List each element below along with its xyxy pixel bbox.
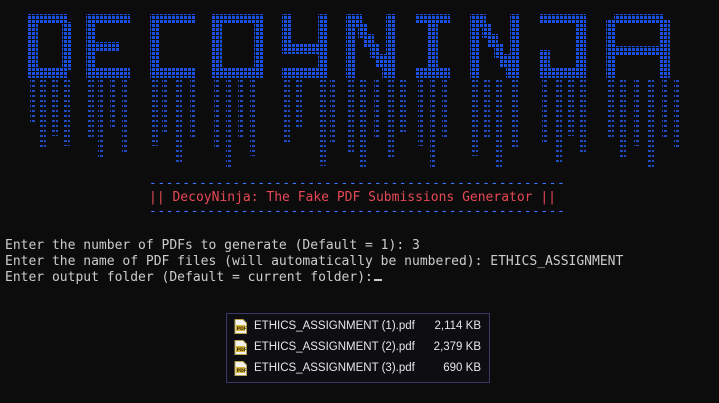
svg-text:PDF: PDF	[237, 326, 247, 332]
file-size: 690 KB	[443, 362, 481, 374]
pdf-file-icon: PDF	[234, 318, 247, 334]
pdf-file-icon: PDF	[234, 360, 247, 376]
prompt-output-folder[interactable]: Enter output folder (Default = current f…	[5, 270, 382, 286]
logo-letters	[28, 14, 670, 78]
file-name: ETHICS_ASSIGNMENT (3).pdf	[254, 362, 415, 374]
file-name: ETHICS_ASSIGNMENT (2).pdf	[254, 341, 415, 353]
decoyninja-ascii-logo	[28, 14, 680, 170]
file-name: ETHICS_ASSIGNMENT (1).pdf	[254, 320, 415, 332]
logo-rain-drips	[30, 80, 680, 170]
svg-text:PDF: PDF	[237, 347, 247, 353]
file-size: 2,114 KB	[434, 320, 481, 332]
file-list-item[interactable]: PDF ETHICS_ASSIGNMENT (1).pdf 2,114 KB	[229, 316, 487, 336]
prompt-output-folder-text: Enter output folder (Default = current f…	[5, 270, 373, 285]
pdf-file-icon: PDF	[234, 339, 247, 355]
file-list-item[interactable]: PDF ETHICS_ASSIGNMENT (3).pdf 690 KB	[229, 358, 487, 378]
banner-bottom-rule: ----------------------------------------…	[149, 204, 566, 219]
svg-text:PDF: PDF	[237, 368, 247, 374]
file-list-item[interactable]: PDF ETHICS_ASSIGNMENT (2).pdf 2,379 KB	[229, 337, 487, 357]
prompt-pdf-name: Enter the name of PDF files (will automa…	[5, 254, 624, 269]
prompt-pdf-count: Enter the number of PDFs to generate (De…	[5, 238, 420, 253]
file-list-panel: PDF ETHICS_ASSIGNMENT (1).pdf 2,114 KB P…	[226, 313, 490, 383]
terminal-cursor	[373, 279, 382, 281]
file-size: 2,379 KB	[433, 341, 481, 353]
